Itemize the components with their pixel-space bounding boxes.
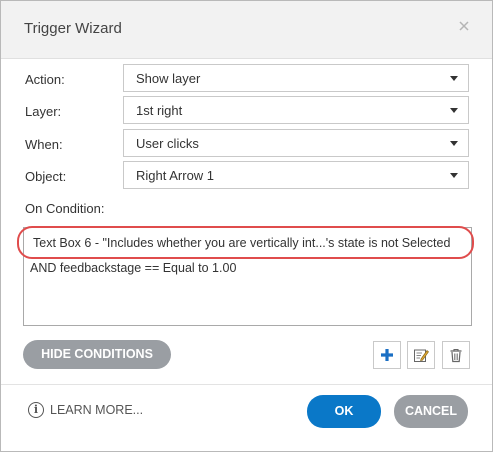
- edit-condition-button[interactable]: [407, 341, 435, 369]
- on-condition-label: On Condition:: [25, 201, 105, 216]
- dialog-title: Trigger Wizard: [24, 20, 122, 37]
- when-value: User clicks: [136, 136, 199, 151]
- chevron-down-icon: [450, 173, 458, 178]
- chevron-down-icon: [450, 108, 458, 113]
- object-select[interactable]: Right Arrow 1: [123, 161, 469, 189]
- conditions-list[interactable]: Text Box 6 - "Includes whether you are v…: [23, 227, 472, 326]
- chevron-down-icon: [450, 141, 458, 146]
- action-select[interactable]: Show layer: [123, 64, 469, 92]
- title-bar: Trigger Wizard: [1, 1, 492, 59]
- plus-icon: [381, 349, 393, 361]
- chevron-down-icon: [450, 76, 458, 81]
- action-label: Action:: [25, 72, 65, 87]
- learn-more-label: LEARN MORE...: [50, 403, 144, 417]
- cancel-button[interactable]: CANCEL: [394, 395, 468, 428]
- info-icon: i: [28, 402, 44, 418]
- delete-condition-button[interactable]: [442, 341, 470, 369]
- condition-item[interactable]: Text Box 6 - "Includes whether you are v…: [33, 236, 450, 250]
- add-condition-button[interactable]: [373, 341, 401, 369]
- footer-divider: [1, 384, 492, 385]
- action-value: Show layer: [136, 71, 201, 86]
- condition-item[interactable]: AND feedbackstage == Equal to 1.00: [30, 261, 236, 275]
- edit-icon: [414, 349, 429, 362]
- trigger-wizard-dialog: Trigger Wizard Action: Show layer Layer:…: [0, 0, 493, 452]
- layer-value: 1st right: [136, 103, 183, 118]
- trash-icon: [450, 348, 462, 363]
- close-icon[interactable]: [456, 18, 472, 34]
- layer-select[interactable]: 1st right: [123, 96, 469, 124]
- when-select[interactable]: User clicks: [123, 129, 469, 157]
- hide-conditions-button[interactable]: HIDE CONDITIONS: [23, 340, 171, 369]
- when-label: When:: [25, 137, 63, 152]
- object-value: Right Arrow 1: [136, 168, 215, 183]
- object-label: Object:: [25, 169, 67, 184]
- layer-label: Layer:: [25, 104, 62, 119]
- ok-button[interactable]: OK: [307, 395, 381, 428]
